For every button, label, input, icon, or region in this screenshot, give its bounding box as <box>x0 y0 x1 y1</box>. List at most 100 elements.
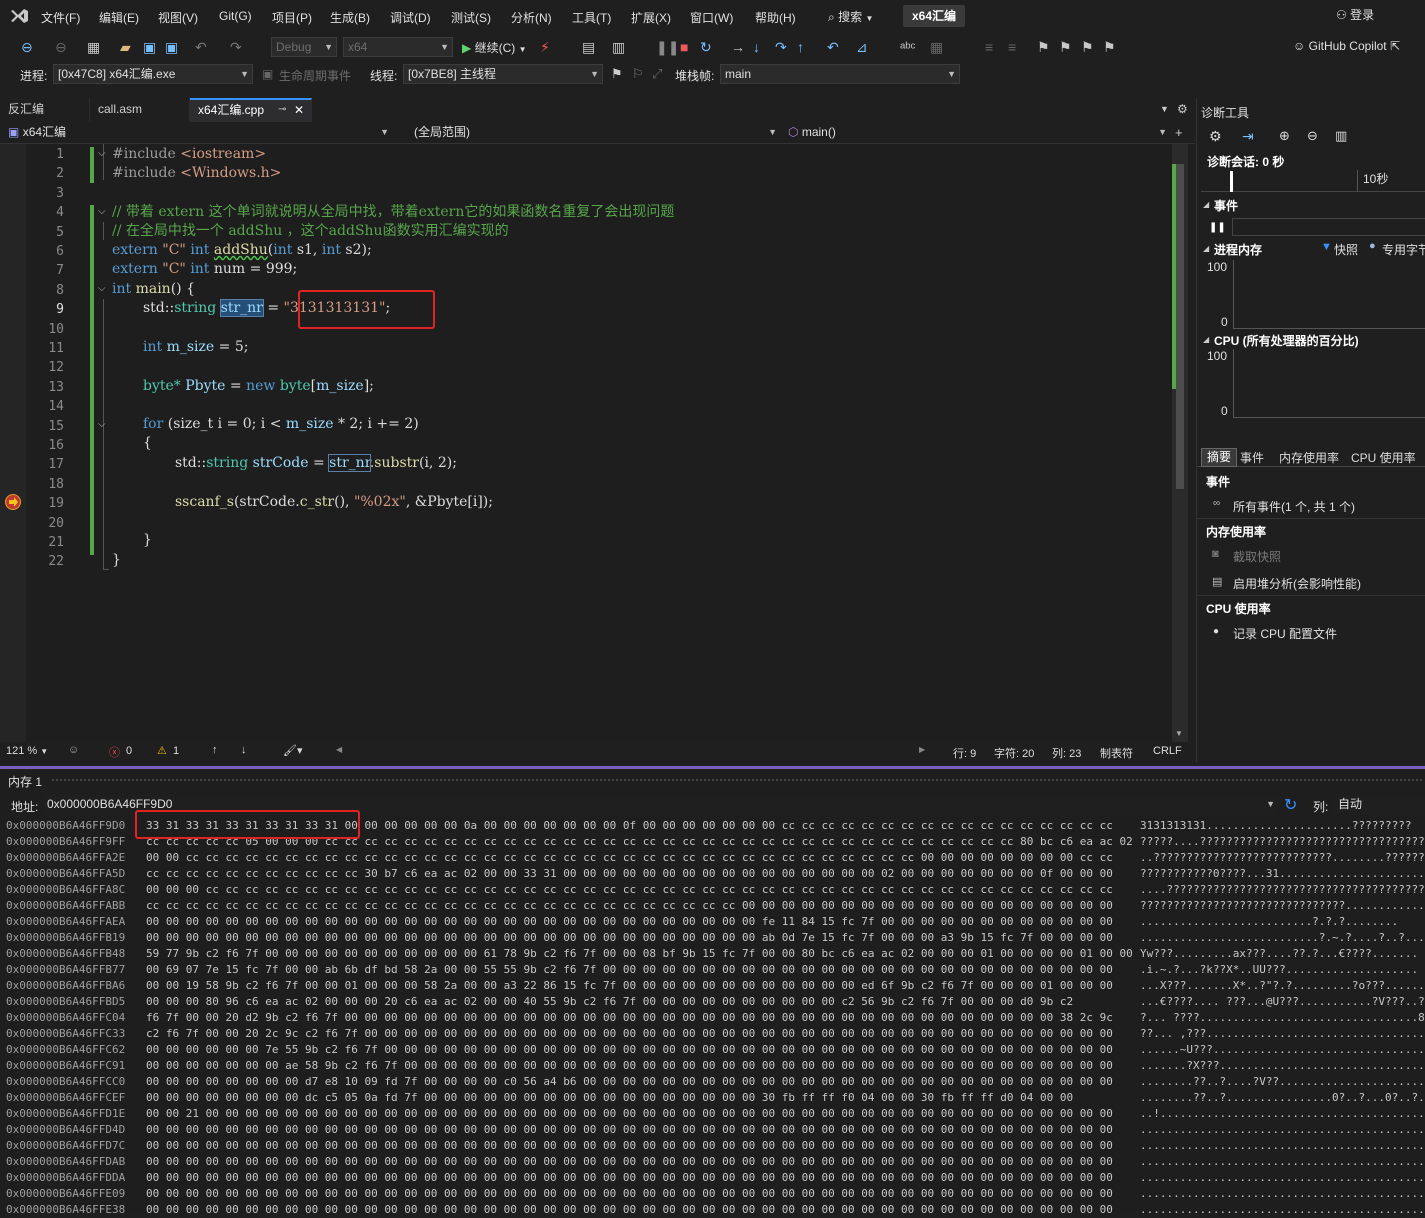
memory-hex[interactable]: 00 00 00 00 00 00 00 00 00 00 00 00 00 0… <box>146 1138 1113 1154</box>
login-button[interactable]: ⚇ 登录 <box>1336 6 1374 23</box>
tab-overflow-icon[interactable]: ▼ <box>1160 104 1169 114</box>
scroll-thumb[interactable] <box>1176 164 1184 489</box>
memory-ascii[interactable]: ........??..?................0?..?...0?.… <box>1140 1090 1425 1106</box>
memory-ascii[interactable]: 3131313131......................????????… <box>1140 818 1412 834</box>
menu-item-1[interactable]: 编辑(E) <box>99 9 139 26</box>
memory-ascii[interactable]: ???????????????????????????????.........… <box>1140 898 1425 914</box>
memory-row[interactable]: 0x000000B6A46FFC62 00 00 00 00 00 00 7e 5… <box>0 1042 1425 1058</box>
memory-row[interactable]: 0x000000B6A46FFD1E 00 00 21 00 00 00 00 0… <box>0 1106 1425 1122</box>
lifecycle-events-button[interactable]: 生命周期事件 <box>279 67 351 84</box>
search-menu[interactable]: ⌕ 搜索 ▼ <box>828 8 873 25</box>
menu-item-11[interactable]: 窗口(W) <box>690 9 733 26</box>
memory-ascii[interactable]: ...€????.... ???...@U???...........?V???… <box>1140 994 1425 1010</box>
next-issue-icon[interactable]: ↓ <box>241 744 247 756</box>
tab-summary[interactable]: 摘要 <box>1201 448 1237 467</box>
memory-row[interactable]: 0x000000B6A46FFE09 00 00 00 00 00 00 00 0… <box>0 1186 1425 1202</box>
memory-row[interactable]: 0x000000B6A46FFAEA 00 00 00 00 00 00 00 0… <box>0 914 1425 930</box>
back-icon[interactable]: ⊖ <box>21 40 33 54</box>
memory-hex[interactable]: 00 00 00 00 00 00 00 00 dc c5 05 0a fd 7… <box>146 1090 1073 1106</box>
memory-hex[interactable]: 00 00 00 80 96 c6 ea ac 02 00 00 00 20 c… <box>146 994 1073 1010</box>
platform-select[interactable]: x64 ▼ <box>343 37 453 57</box>
tab-memory-usage[interactable]: 内存使用率 <box>1279 449 1339 466</box>
memory-hex[interactable]: f6 7f 00 00 20 d2 9b c2 f6 7f 00 00 00 0… <box>146 1010 1113 1026</box>
thread-select[interactable]: [0x7BE8] 主线程 ▼ <box>403 64 603 84</box>
memory-hex[interactable]: c2 f6 7f 00 00 20 2c 9c c2 f6 7f 00 00 0… <box>146 1026 1113 1042</box>
restart-icon[interactable]: ↻ <box>700 40 712 54</box>
pause-icon[interactable]: ❚❚ <box>656 40 679 54</box>
memory-ascii[interactable]: ?????....???????????????????????????????… <box>1140 834 1425 850</box>
new-project-icon[interactable]: ▦ <box>87 40 100 54</box>
memory-row[interactable]: 0x000000B6A46FFB48 59 77 9b c2 f6 7f 00 0… <box>0 946 1425 962</box>
memory-ascii[interactable]: .......?X???............................… <box>1140 1058 1425 1074</box>
memory-hex[interactable]: 00 00 19 58 9b c2 f6 7f 00 00 01 00 00 0… <box>146 978 1113 994</box>
prev-bookmark-icon[interactable]: ⚑ <box>1059 40 1072 54</box>
member-select[interactable]: ⬡ main() ▼ <box>784 123 1170 143</box>
settings-icon[interactable]: ⚙ <box>1177 102 1188 116</box>
clear-bookmark-icon[interactable]: ⚑ <box>1103 40 1116 54</box>
all-events-link[interactable]: 所有事件(1 个, 共 1 个) <box>1233 498 1355 515</box>
memory-ascii[interactable]: ...X???.......X*..?"?.?.........?o???...… <box>1140 978 1425 994</box>
flag-icon[interactable]: ⚑ <box>611 66 623 82</box>
redo-icon[interactable]: ↷ <box>230 40 242 54</box>
memory-hex[interactable]: cc cc cc cc cc cc cc cc cc cc cc cc cc c… <box>146 898 1113 914</box>
memory-hex[interactable]: 00 00 00 00 00 00 00 00 00 00 00 00 00 0… <box>146 930 1113 946</box>
record-cpu-profile-button[interactable]: 记录 CPU 配置文件 <box>1233 625 1337 642</box>
memory-row[interactable]: 0x000000B6A46FFB77 00 69 07 7e 15 fc 7f 0… <box>0 962 1425 978</box>
collapse-icon[interactable]: ◢ <box>1203 244 1209 253</box>
memory-ascii[interactable]: ........................................… <box>1140 1186 1425 1202</box>
solution-config-select[interactable]: Debug ▼ <box>271 37 337 57</box>
memory-row[interactable]: 0x000000B6A46FFBD5 00 00 00 80 96 c6 ea a… <box>0 994 1425 1010</box>
memory-ascii[interactable]: ........................................… <box>1140 1154 1425 1170</box>
menu-item-4[interactable]: 项目(P) <box>272 9 312 26</box>
stop-icon[interactable]: ■ <box>680 40 688 54</box>
menu-item-3[interactable]: Git(G) <box>219 9 252 23</box>
memory-row[interactable]: 0x000000B6A46FFBA6 00 00 19 58 9b c2 f6 7… <box>0 978 1425 994</box>
memory-row[interactable]: 0x000000B6A46FFC33 c2 f6 7f 00 00 20 2c 9… <box>0 1026 1425 1042</box>
step-over-icon[interactable]: ↷ <box>775 40 787 54</box>
chart-select-icon[interactable]: ▥ <box>1335 128 1347 144</box>
copilot-status-icon[interactable]: ☺ <box>68 744 79 756</box>
tab-events[interactable]: 事件 <box>1240 449 1264 466</box>
process-select[interactable]: [0x47C8] x64汇编.exe ▼ <box>53 64 253 84</box>
project-select[interactable]: ▣ x64汇编 ▼ <box>4 123 392 143</box>
scope-select[interactable]: (全局范围) ▼ <box>396 123 780 143</box>
step-out-icon[interactable]: ↑ <box>797 40 804 54</box>
memory-row[interactable]: 0x000000B6A46FFD7C 00 00 00 00 00 00 00 0… <box>0 1138 1425 1154</box>
tab-x64-cpp[interactable]: x64汇编.cpp ⊸ ✕ <box>190 98 312 122</box>
prev-issue-icon[interactable]: ↑ <box>212 744 218 756</box>
memory-hex[interactable]: 00 00 00 00 00 00 00 00 00 00 00 00 00 0… <box>146 1202 1113 1218</box>
memory-row[interactable]: 0x000000B6A46FFA5D cc cc cc cc cc cc cc c… <box>0 866 1425 882</box>
memory-ascii[interactable]: ?... ????...............................… <box>1140 1010 1425 1026</box>
memory-row[interactable]: 0x000000B6A46FFDDA 00 00 00 00 00 00 00 0… <box>0 1170 1425 1186</box>
error-icon[interactable]: ⓧ <box>109 744 120 760</box>
memory-ascii[interactable]: ???????????0????...31...................… <box>1140 866 1425 882</box>
collapse-icon[interactable]: ⌵ <box>98 419 106 430</box>
memory-row[interactable]: 0x000000B6A46FFCC0 00 00 00 00 00 00 00 0… <box>0 1074 1425 1090</box>
comment-icon[interactable]: ▦ <box>930 40 943 54</box>
settings-icon[interactable]: ⚙ <box>1209 128 1222 145</box>
memory-ascii[interactable]: ..!.....................................… <box>1140 1106 1425 1122</box>
menu-item-7[interactable]: 测试(S) <box>451 9 491 26</box>
memory-hex[interactable]: cc cc cc cc cc cc cc cc cc cc cc 30 b7 c… <box>146 866 1113 882</box>
memory-ascii[interactable]: ........................................… <box>1140 1122 1425 1138</box>
memory-ascii[interactable]: ...........................?.~.?....?..?… <box>1140 930 1425 946</box>
indent-icon[interactable]: ≡ <box>985 40 993 54</box>
memory-hex[interactable]: 00 00 00 00 00 00 00 00 00 00 00 00 00 0… <box>146 1154 1113 1170</box>
menu-item-5[interactable]: 生成(B) <box>330 9 370 26</box>
memory-row[interactable]: 0x000000B6A46FFC91 00 00 00 00 00 00 00 a… <box>0 1058 1425 1074</box>
open-folder-icon[interactable]: ▰ <box>120 40 131 54</box>
diagnostics-icon[interactable]: ⊿ <box>856 40 868 54</box>
menu-item-6[interactable]: 调试(D) <box>390 9 431 26</box>
scroll-left-icon[interactable]: ◀ <box>336 745 342 754</box>
memory-ascii[interactable]: ........................................… <box>1140 1138 1425 1154</box>
layout-icon[interactable]: ▥ <box>612 40 625 54</box>
scroll-right-icon[interactable]: ▶ <box>919 745 925 754</box>
breakpoint-gutter[interactable] <box>0 144 26 742</box>
memory-row[interactable]: 0x000000B6A46FFC04 f6 7f 00 00 20 d2 9b c… <box>0 1010 1425 1026</box>
indent-mode-indicator[interactable]: 制表符 <box>1100 745 1133 761</box>
memory-ascii[interactable]: Yw???.........ax???....??.?...€????.....… <box>1140 946 1418 962</box>
hot-reload-icon[interactable]: ⚡ <box>540 40 550 54</box>
memory-row[interactable]: 0x000000B6A46FFA8C 00 00 00 cc cc cc cc c… <box>0 882 1425 898</box>
split-editor-icon[interactable]: + <box>1175 125 1183 140</box>
memory-ascii[interactable]: ....????????????????????????????????????… <box>1140 882 1425 898</box>
